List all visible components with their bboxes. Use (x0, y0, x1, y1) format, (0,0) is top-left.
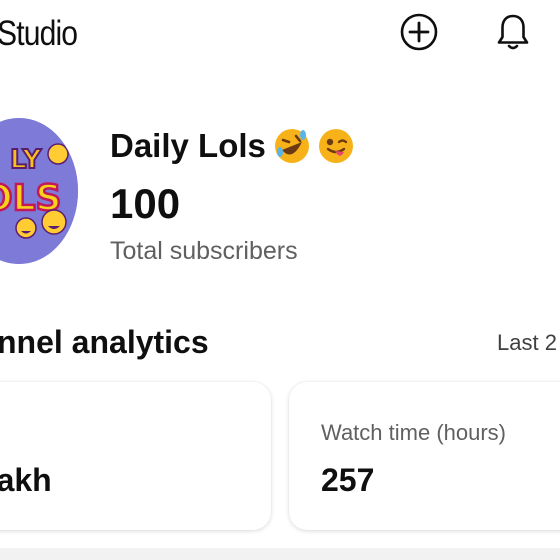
create-button[interactable] (397, 12, 441, 56)
svg-text:LY: LY (10, 145, 43, 175)
app-title: Studio (0, 14, 78, 53)
channel-analytics-title: nnel analytics (0, 324, 209, 360)
channel-avatar[interactable]: LY OLS (0, 118, 78, 264)
subscriber-count: 100 (110, 180, 181, 227)
watch-time-card[interactable]: Watch time (hours) 257 (289, 382, 560, 530)
notifications-button[interactable] (491, 12, 535, 56)
views-card[interactable]: ws 0 lakh (0, 382, 271, 530)
subscriber-label: Total subscribers (110, 237, 298, 265)
watch-time-card-label: Watch time (hours) (321, 420, 507, 445)
bottom-divider (0, 548, 560, 560)
channel-name-row: Daily Lols (110, 127, 354, 165)
studio-screen: Studio LY OLS (0, 0, 560, 560)
views-card-value: 0 lakh (0, 462, 52, 498)
channel-name: Daily Lols (110, 127, 266, 164)
period-selector[interactable]: Last 2 (497, 330, 557, 356)
bell-icon (495, 12, 531, 57)
channel-avatar-logo: LY OLS (0, 118, 78, 264)
add-circle-icon (399, 12, 439, 57)
watch-time-card-value: 257 (321, 462, 375, 498)
winking-tongue-emoji-icon (318, 128, 354, 164)
rolling-laughing-emoji-icon (274, 128, 310, 164)
